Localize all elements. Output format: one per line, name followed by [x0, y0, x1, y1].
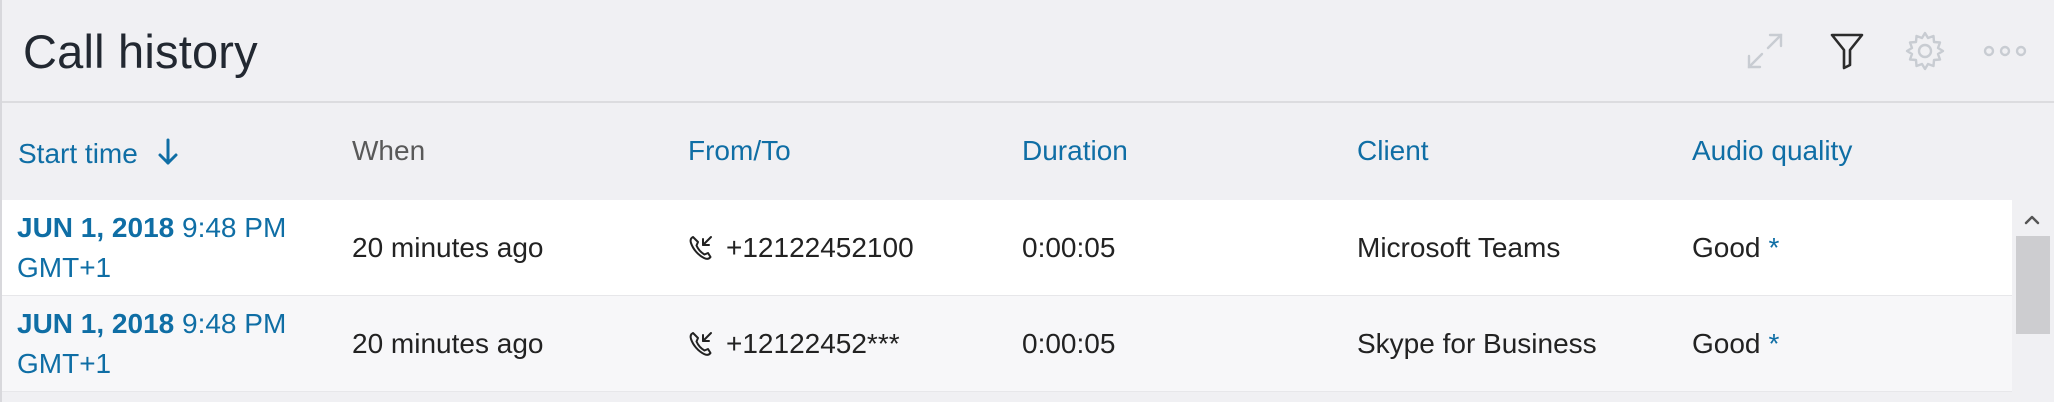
column-header-start-time[interactable]: Start time: [18, 137, 180, 174]
from-to-cell: +12122452***: [688, 296, 900, 392]
expand-button[interactable]: [1742, 28, 1788, 74]
more-icon: [1983, 45, 2027, 57]
start-time-cell[interactable]: JUN 1, 2018 9:48 PM GMT+1: [17, 296, 327, 392]
when-cell: 20 minutes ago: [352, 232, 544, 263]
from-to-cell: +12122452100: [688, 200, 914, 296]
quality-marker: *: [1768, 232, 1780, 263]
audio-quality-value: Good: [1692, 232, 1761, 263]
expand-icon: [1747, 33, 1783, 69]
column-header-from-to[interactable]: From/To: [688, 135, 791, 167]
audio-quality-cell: Good *: [1692, 296, 1779, 392]
panel-header: Call history: [2, 0, 2054, 103]
duration-cell: 0:00:05: [1022, 232, 1116, 263]
table-row[interactable]: JUN 1, 2018 9:48 PM GMT+1 20 minutes ago…: [2, 296, 2012, 392]
filter-button[interactable]: [1824, 28, 1870, 74]
more-options-button[interactable]: [1982, 28, 2028, 74]
audio-quality-value: Good: [1692, 328, 1761, 359]
when-cell: 20 minutes ago: [352, 328, 544, 359]
start-date: JUN 1, 2018: [17, 212, 175, 243]
page-title: Call history: [23, 25, 258, 78]
filter-icon: [1830, 33, 1864, 70]
table-row[interactable]: JUN 1, 2018 9:48 PM GMT+1 20 minutes ago…: [2, 200, 2012, 296]
column-header-client[interactable]: Client: [1357, 135, 1429, 167]
scrollbar-thumb[interactable]: [2016, 236, 2050, 334]
client-cell: Microsoft Teams: [1357, 232, 1561, 263]
vertical-scrollbar[interactable]: [2012, 200, 2052, 402]
incoming-call-icon: [688, 234, 714, 262]
phone-number: +12122452100: [726, 232, 914, 263]
call-history-table: JUN 1, 2018 9:48 PM GMT+1 20 minutes ago…: [2, 200, 2012, 402]
settings-button[interactable]: [1902, 28, 1948, 74]
call-history-panel: Call history Start time When From/To Dur…: [0, 0, 2054, 402]
arrow-down-icon: [156, 137, 180, 174]
column-header-when: When: [352, 135, 426, 166]
quality-marker: *: [1768, 328, 1780, 359]
client-cell: Skype for Business: [1357, 328, 1597, 359]
column-header-audio-quality[interactable]: Audio quality: [1692, 135, 1852, 167]
duration-cell: 0:00:05: [1022, 328, 1116, 359]
chevron-up-icon: [2024, 215, 2040, 225]
gear-icon: [1905, 31, 1945, 71]
incoming-call-icon: [688, 330, 714, 358]
start-date: JUN 1, 2018: [17, 308, 175, 339]
column-header-duration[interactable]: Duration: [1022, 135, 1128, 167]
start-time-cell[interactable]: JUN 1, 2018 9:48 PM GMT+1: [17, 200, 327, 296]
scroll-up-button[interactable]: [2012, 206, 2052, 234]
column-header-start-time-label: Start time: [18, 137, 138, 169]
phone-number: +12122452***: [726, 328, 900, 359]
audio-quality-cell: Good *: [1692, 200, 1779, 296]
